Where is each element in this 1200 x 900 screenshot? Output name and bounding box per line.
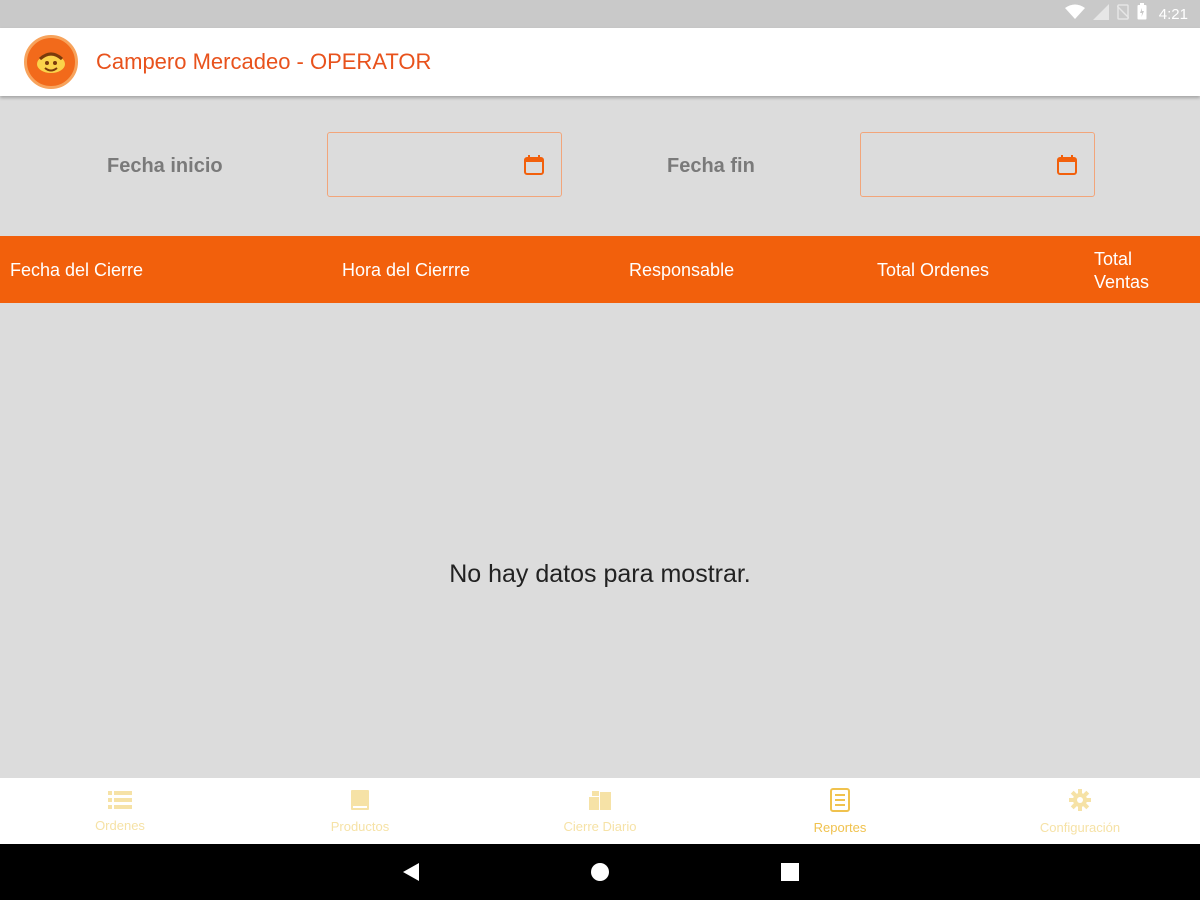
column-header-hora: Hora del Cierrre <box>342 260 471 280</box>
empty-state-message: No hay datos para mostrar. <box>449 560 751 588</box>
book-icon <box>350 789 370 816</box>
nav-label-ordenes: Ordenes <box>95 817 145 833</box>
home-icon[interactable] <box>589 844 611 900</box>
nav-item-configuracion[interactable]: Configuración <box>960 778 1200 844</box>
end-date-label: Fecha fin <box>667 155 755 177</box>
report-icon <box>830 787 850 817</box>
nav-label-cierre-diario: Cierre Diario <box>563 818 637 834</box>
no-sim-icon <box>1116 3 1130 25</box>
start-date-field[interactable] <box>327 132 562 197</box>
calendar-icon[interactable] <box>1056 154 1078 181</box>
nav-label-productos: Productos <box>330 818 390 834</box>
status-time: 4:21 <box>1158 5 1188 23</box>
boxes-icon <box>588 789 612 816</box>
column-header-responsable: Responsable <box>629 260 735 280</box>
recents-icon[interactable] <box>780 844 800 900</box>
nav-item-reportes[interactable]: Reportes <box>720 778 960 844</box>
gear-icon <box>1068 788 1092 817</box>
signal-icon <box>1092 3 1109 25</box>
status-bar: 4:21 <box>0 0 1200 28</box>
start-date-label: Fecha inicio <box>107 155 223 177</box>
column-header-fecha: Fecha del Cierre <box>10 260 144 280</box>
calendar-icon[interactable] <box>523 154 545 181</box>
list-icon <box>108 790 132 815</box>
wifi-icon <box>1064 4 1085 25</box>
app-title: Campero Mercadeo - OPERATOR <box>96 49 432 74</box>
table-header: Fecha del Cierre Hora del Cierrre Respon… <box>0 236 1200 303</box>
nav-item-productos[interactable]: Productos <box>240 778 480 844</box>
end-date-field[interactable] <box>860 132 1095 197</box>
back-icon[interactable] <box>400 844 422 900</box>
nav-label-configuracion: Configuración <box>1039 819 1121 835</box>
date-filter-bar: Fecha inicio Fecha fin <box>0 96 1200 236</box>
system-navigation-bar <box>0 844 1200 900</box>
bottom-navigation: Ordenes Productos Cierre Diario Reportes… <box>0 778 1200 844</box>
nav-item-cierre-diario[interactable]: Cierre Diario <box>480 778 720 844</box>
nav-item-ordenes[interactable]: Ordenes <box>0 778 240 844</box>
app-bar: Campero Mercadeo - OPERATOR <box>0 28 1200 96</box>
battery-icon <box>1137 3 1147 25</box>
column-header-total-ventas: Total Ventas <box>1094 249 1150 292</box>
campero-logo-icon <box>24 35 78 89</box>
nav-label-reportes: Reportes <box>813 819 867 835</box>
column-header-total-ordenes: Total Ordenes <box>877 260 990 280</box>
